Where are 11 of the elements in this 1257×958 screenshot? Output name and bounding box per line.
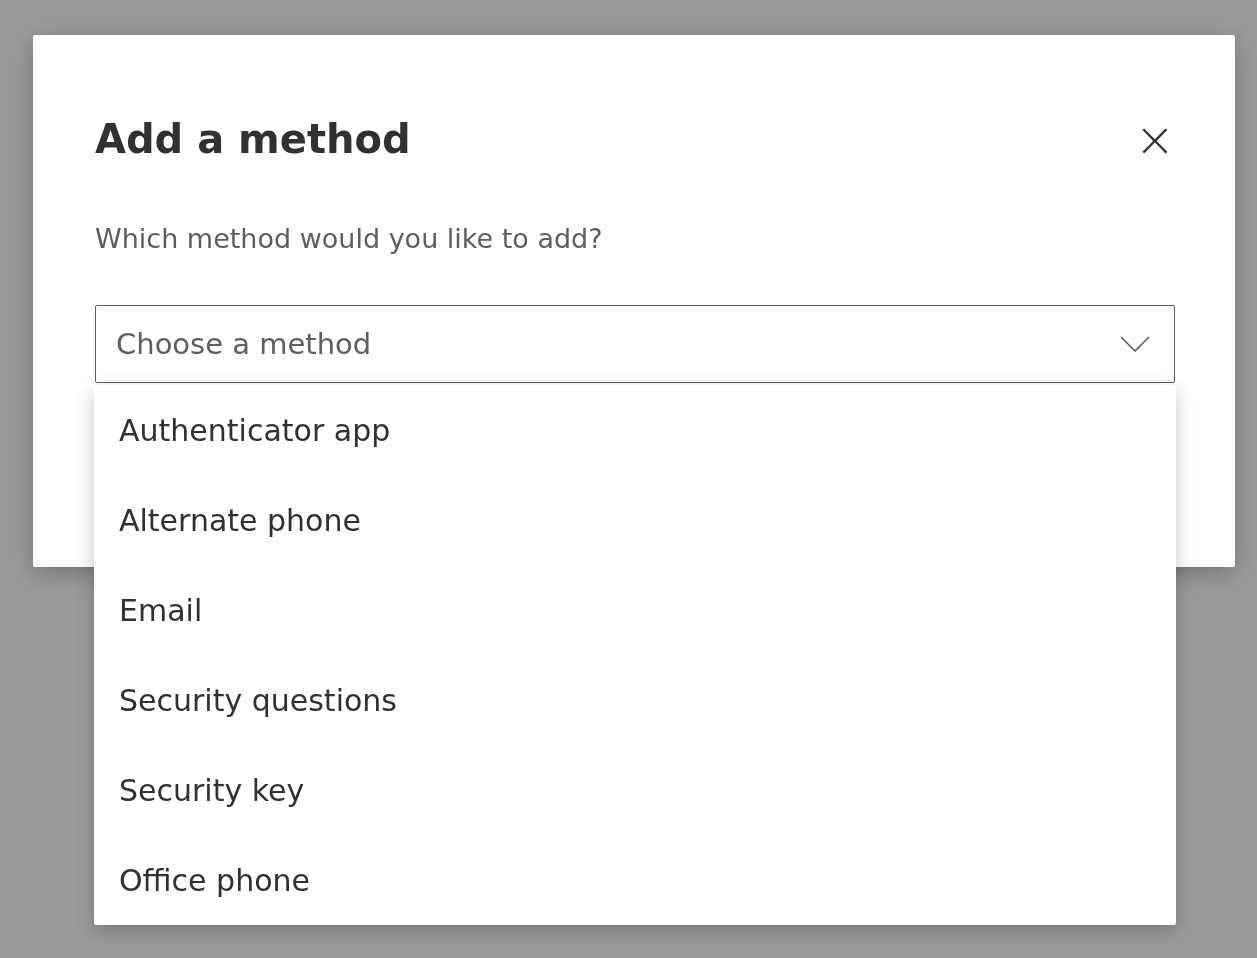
menu-option[interactable]: Security questions [94, 655, 1176, 746]
menu-option[interactable]: Security key [94, 745, 1176, 836]
menu-option[interactable]: Authenticator app [94, 385, 1176, 476]
menu-option[interactable]: Office phone [94, 835, 1176, 926]
prompt-text: Which method would you like to add? [95, 223, 604, 256]
dialog-title: Add a method [95, 119, 411, 159]
menu-option[interactable]: Alternate phone [94, 475, 1176, 566]
menu-option[interactable]: Email [94, 565, 1176, 656]
close-button[interactable]: × [1134, 115, 1175, 163]
method-dropdown[interactable]: Choose a method [95, 305, 1175, 384]
chevron-icon [1120, 336, 1150, 353]
